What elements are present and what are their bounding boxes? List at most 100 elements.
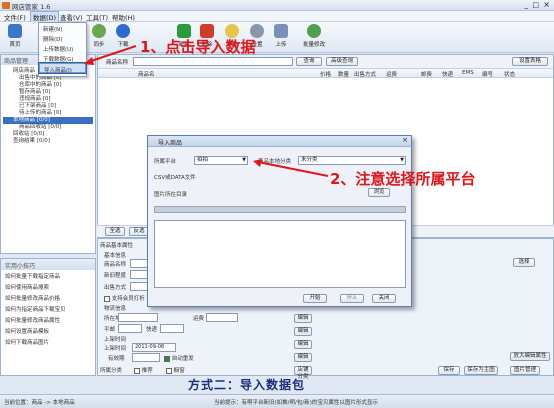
- shop-category-button[interactable]: 店铺分类: [294, 366, 312, 380]
- select-button[interactable]: 选择: [513, 258, 535, 267]
- advanced-query-button[interactable]: 高级查询: [326, 57, 358, 66]
- dialog-title-bar: 导入商品 ×: [148, 136, 411, 147]
- preview-button[interactable]: 保存: [438, 366, 460, 375]
- chevron-down-icon: ▼: [400, 157, 404, 163]
- col-header[interactable]: EMS: [462, 70, 474, 76]
- support-discount[interactable]: 支持会员打折: [104, 294, 145, 302]
- enlarge-edit-button[interactable]: 放大编辑属性: [510, 352, 550, 361]
- recommend-option[interactable]: 推荐: [134, 366, 153, 374]
- status-bar: 当前位置：商品 -> 本地商品 当前提示：有啊平台新旧(如推/明/包/新)的宝贝…: [0, 394, 554, 408]
- col-header[interactable]: 价格: [320, 70, 331, 78]
- discount-checkbox[interactable]: [104, 295, 110, 302]
- menu-item-delete[interactable]: 删除(D): [39, 33, 86, 43]
- edit-button[interactable]: 编辑: [294, 327, 312, 336]
- tree-item[interactable]: 暂存商品 [0]: [3, 89, 93, 96]
- tree-item-selected[interactable]: 本地商品 [0/0]: [3, 117, 93, 124]
- window-option[interactable]: 橱窗: [166, 366, 185, 374]
- detail-tab[interactable]: 商品基本属性: [100, 241, 133, 249]
- basic-info-label: 基本信息: [104, 253, 127, 259]
- express-input[interactable]: [160, 324, 184, 333]
- tip-link[interactable]: 如何设置商品模板: [1, 325, 95, 336]
- tips-header: 实用小技巧: [1, 259, 95, 270]
- edit-button[interactable]: 编辑: [294, 353, 312, 362]
- auto-repost[interactable]: 自动重发: [164, 354, 194, 362]
- table-settings-button[interactable]: 设置表格: [512, 57, 548, 66]
- dialog-close-button[interactable]: 关闭: [372, 294, 396, 303]
- upload-date-input[interactable]: 2011-09-08: [132, 343, 176, 352]
- menu-item-upload[interactable]: 上传数据(U): [39, 43, 86, 53]
- tree-item[interactable]: 违规商品 [0]: [3, 96, 93, 103]
- menu-help[interactable]: 帮助(H): [112, 12, 135, 22]
- post-label: 平邮: [104, 327, 116, 333]
- menu-item-download[interactable]: 下载数据(G): [39, 53, 86, 63]
- window-checkbox[interactable]: [166, 367, 172, 374]
- freight-select[interactable]: [206, 313, 238, 322]
- dialog-close-icon[interactable]: ×: [402, 136, 408, 144]
- menu-item-new[interactable]: 新建(N): [39, 23, 86, 33]
- tip-link[interactable]: 如何使用商品搜索: [1, 281, 95, 292]
- platform-select[interactable]: 拍拍 ▼: [194, 156, 248, 165]
- maximize-button[interactable]: □: [532, 1, 539, 9]
- minimize-button[interactable]: _: [525, 1, 529, 9]
- save-main-image-button[interactable]: 保存为主图: [464, 366, 498, 375]
- home-label: 首页: [9, 42, 21, 48]
- tree-item[interactable]: 商品回收站 [0/0]: [3, 124, 93, 131]
- menu-file[interactable]: 文件(F): [4, 12, 26, 22]
- col-header[interactable]: 出售方式: [354, 70, 376, 78]
- start-button[interactable]: 开始: [303, 294, 327, 303]
- upload-icon: [274, 24, 288, 38]
- invert-select-button[interactable]: 反选: [129, 227, 149, 236]
- tip-link[interactable]: 如何下载商品图片: [1, 336, 95, 347]
- col-header[interactable]: 数量: [338, 70, 349, 78]
- col-header[interactable]: 商品名: [138, 70, 155, 78]
- stop-button[interactable]: 停止: [340, 294, 364, 303]
- chevron-down-icon: ▼: [242, 157, 246, 163]
- platform-label: 所属平台: [154, 159, 177, 165]
- upload-time-section: 上架时间: [104, 337, 127, 343]
- status-location: 当前位置：商品 -> 本地商品: [4, 400, 75, 406]
- batch-edit-button[interactable]: 批量修改: [298, 24, 330, 52]
- location-select[interactable]: [118, 313, 158, 322]
- tip-link[interactable]: 如何为指定商品下载宝贝: [1, 303, 95, 314]
- search-input[interactable]: [133, 57, 293, 66]
- tree-item[interactable]: 已下架商品 [0]: [3, 103, 93, 110]
- post-input[interactable]: [118, 324, 142, 333]
- progress-bar: [154, 206, 406, 213]
- tip-link[interactable]: 如何批量修改商品价格: [1, 292, 95, 303]
- col-header[interactable]: 快递: [442, 70, 453, 78]
- edit-button[interactable]: 编辑: [294, 314, 312, 323]
- select-all-button[interactable]: 全选: [105, 227, 125, 236]
- sidebar: 商品管理 网店商品 出售中的商品 [0] 仓库中的商品 [0] 暂存商品 [0]…: [0, 54, 96, 254]
- auto-repost-checkbox[interactable]: [164, 355, 170, 362]
- tip-link[interactable]: 如何批量修改商品属性: [1, 314, 95, 325]
- edit-button[interactable]: 编辑: [294, 340, 312, 349]
- col-header[interactable]: 编号: [482, 70, 493, 78]
- upload-label: 上传: [275, 42, 287, 48]
- browse-button[interactable]: 浏览: [368, 188, 390, 197]
- tree-item[interactable]: 查询结果 [0/0]: [3, 138, 93, 145]
- new-old-label: 新旧程度: [104, 273, 127, 279]
- col-header[interactable]: 运费: [386, 70, 397, 78]
- support-label: 支持会员打折: [111, 296, 145, 302]
- tree-item[interactable]: 回收站 [0/0]: [3, 131, 93, 138]
- query-button[interactable]: 查询: [296, 57, 322, 66]
- menu-view[interactable]: 查看(V): [60, 12, 83, 22]
- validity-select[interactable]: [132, 353, 160, 362]
- close-button[interactable]: ×: [543, 0, 550, 9]
- tree-item[interactable]: 仓库中的商品 [0]: [3, 82, 93, 89]
- image-manage-button[interactable]: 图片管理: [510, 366, 540, 375]
- col-header[interactable]: 状态: [504, 70, 515, 78]
- col-header[interactable]: 邮费: [421, 70, 432, 78]
- status-tip: 当前提示：有啊平台新旧(如推/明/包/新)的宝贝属性以图片形式显示: [214, 400, 378, 406]
- menu-item-import[interactable]: 导入商品(I): [38, 62, 87, 74]
- grid-header: 商品名 价格 数量 出售方式 运费 邮费 快递 EMS 编号 状态: [98, 69, 553, 78]
- menu-tools[interactable]: 工具(T): [86, 12, 108, 22]
- upload-button[interactable]: 上传: [270, 24, 292, 52]
- image-dir-label: 图片所在目录: [154, 192, 188, 198]
- tip-link[interactable]: 如何批量下载指定商品: [1, 270, 95, 281]
- recommend-checkbox[interactable]: [134, 367, 140, 374]
- tree-item[interactable]: 待上传的商品 [0]: [3, 110, 93, 117]
- home-button[interactable]: 首页: [4, 24, 26, 52]
- sync-icon: [92, 24, 106, 38]
- platform-value: 拍拍: [197, 157, 209, 163]
